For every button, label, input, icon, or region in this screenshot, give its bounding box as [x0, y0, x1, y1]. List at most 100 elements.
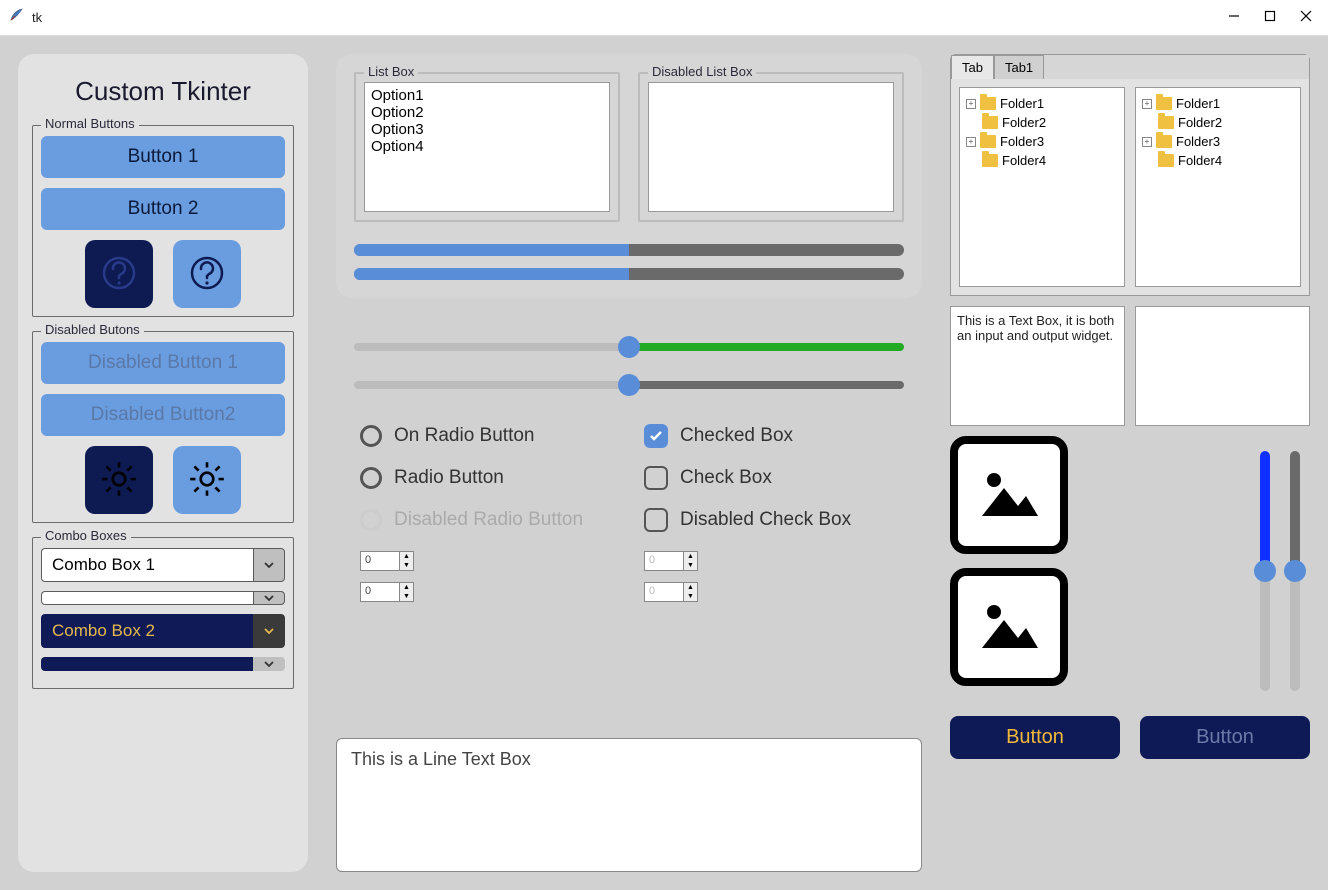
tree-item[interactable]: Folder4	[966, 151, 1118, 170]
close-button[interactable]	[1300, 9, 1312, 27]
folder-icon	[982, 154, 998, 167]
group-legend: Disabled Butons	[41, 322, 144, 337]
combo-boxes-group: Combo Boxes Combo Box 1 Combo Box 2	[32, 537, 294, 689]
tree-item[interactable]: +Folder1	[1142, 94, 1294, 113]
group-legend: Combo Boxes	[41, 528, 131, 543]
bottom-button-1[interactable]: Button	[950, 716, 1120, 759]
combo-box-blank-2[interactable]	[41, 657, 285, 671]
disabled-button-1: Disabled Button 1	[41, 342, 285, 384]
disabled-listbox	[648, 82, 894, 212]
slider-knob[interactable]	[1284, 560, 1306, 582]
button-1[interactable]: Button 1	[41, 136, 285, 178]
tree-item[interactable]: + Folder3	[966, 132, 1118, 151]
tree-right[interactable]: +Folder1Folder2+Folder3 Folder4	[1135, 87, 1301, 287]
image-placeholder-1	[950, 436, 1068, 554]
image-icon	[974, 458, 1044, 533]
combo-field[interactable]	[41, 591, 253, 605]
folder-icon	[982, 116, 998, 129]
help-button-light[interactable]	[173, 240, 241, 308]
folder-icon	[1156, 135, 1172, 148]
app-title: Custom Tkinter	[32, 68, 294, 111]
vertical-slider-gray[interactable]	[1290, 451, 1300, 691]
combo-box-blank-1[interactable]	[41, 591, 285, 605]
tab-control: Tab Tab1 +Folder1Folder2+Folder3Folder4 …	[950, 54, 1310, 296]
tree-item[interactable]: +Folder3	[1142, 132, 1294, 151]
window-controls	[1228, 9, 1320, 27]
tree-item-label: Folder3	[1000, 134, 1044, 149]
combo-field[interactable]: Combo Box 2	[41, 614, 253, 648]
listbox-group: List Box Option1 Option2 Option3 Option4	[354, 72, 620, 222]
chevron-down-icon[interactable]	[253, 657, 285, 671]
chevron-down-icon[interactable]	[253, 614, 285, 648]
progress-bar-2	[354, 268, 904, 280]
folder-icon	[1158, 154, 1174, 167]
slider-knob[interactable]	[1254, 560, 1276, 582]
tree-item[interactable]: Folder2	[966, 113, 1118, 132]
group-legend: List Box	[364, 64, 418, 79]
maximize-button[interactable]	[1264, 9, 1276, 27]
app-icon	[8, 7, 24, 28]
tree-item-label: Folder4	[1002, 153, 1046, 168]
disabled-listbox-group: Disabled List Box	[638, 72, 904, 222]
tree-item-label: Folder2	[1002, 115, 1046, 130]
list-item[interactable]: Option3	[371, 121, 603, 138]
titlebar: tk	[0, 0, 1328, 36]
combo-field[interactable]	[41, 657, 253, 671]
textbox-1[interactable]: This is a Text Box, it is both an input …	[950, 306, 1125, 426]
expand-icon[interactable]: +	[1142, 99, 1152, 109]
checkbox-disabled: Disabled Check Box	[644, 508, 898, 532]
image-icon	[974, 590, 1044, 665]
slider-gray[interactable]	[354, 374, 904, 394]
tree-item[interactable]: + Folder1	[966, 94, 1118, 113]
gear-button-light	[173, 446, 241, 514]
spinbox-disabled-2: 0▲▼	[644, 582, 698, 602]
minimize-button[interactable]	[1228, 9, 1240, 27]
combo-field[interactable]: Combo Box 1	[41, 548, 253, 582]
tab-2[interactable]: Tab1	[994, 55, 1044, 79]
chevron-down-icon[interactable]	[253, 591, 285, 605]
tree-item-label: Folder4	[1178, 153, 1222, 168]
normal-buttons-group: Normal Buttons Button 1 Button 2	[32, 125, 294, 317]
tree-item[interactable]: Folder2	[1142, 113, 1294, 132]
expand-icon[interactable]: +	[966, 99, 976, 109]
image-placeholder-2	[950, 568, 1068, 686]
slider-knob[interactable]	[618, 336, 640, 358]
folder-icon	[980, 135, 996, 148]
spinbox-1[interactable]: 0▲▼	[360, 551, 414, 571]
progress-bar-1	[354, 244, 904, 256]
checkbox-checked[interactable]: Checked Box	[644, 424, 898, 448]
button-2[interactable]: Button 2	[41, 188, 285, 230]
tree-item-label: Folder1	[1000, 96, 1044, 111]
expand-icon[interactable]: +	[1142, 137, 1152, 147]
combo-box-2[interactable]: Combo Box 2	[41, 614, 285, 648]
disabled-buttons-group: Disabled Butons Disabled Button 1 Disabl…	[32, 331, 294, 523]
slider-green[interactable]	[354, 336, 904, 356]
gear-icon	[186, 458, 228, 503]
expand-icon[interactable]: +	[966, 137, 976, 147]
radio-on[interactable]: On Radio Button	[360, 424, 614, 448]
listbox[interactable]: Option1 Option2 Option3 Option4	[364, 82, 610, 212]
tree-item[interactable]: Folder4	[1142, 151, 1294, 170]
folder-icon	[1156, 97, 1172, 110]
line-text-box[interactable]: This is a Line Text Box	[336, 738, 922, 872]
chevron-down-icon[interactable]	[253, 548, 285, 582]
gear-button-dark	[85, 446, 153, 514]
radio-off[interactable]: Radio Button	[360, 466, 614, 490]
textbox-2[interactable]	[1135, 306, 1310, 426]
combo-box-1[interactable]: Combo Box 1	[41, 548, 285, 582]
group-legend: Normal Buttons	[41, 116, 139, 131]
spinbox-2[interactable]: 0▲▼	[360, 582, 414, 602]
slider-knob[interactable]	[618, 374, 640, 396]
list-item[interactable]: Option1	[371, 87, 603, 104]
list-item[interactable]: Option4	[371, 138, 603, 155]
vertical-slider-blue[interactable]	[1260, 451, 1270, 691]
list-item[interactable]: Option2	[371, 104, 603, 121]
tab-1[interactable]: Tab	[951, 55, 994, 79]
help-button-dark[interactable]	[85, 240, 153, 308]
gear-icon	[98, 458, 140, 503]
tree-left[interactable]: + Folder1 Folder2 + Folder3 Folder4	[959, 87, 1125, 287]
window-title: tk	[32, 10, 1228, 25]
checkbox-unchecked[interactable]: Check Box	[644, 466, 898, 490]
folder-icon	[980, 97, 996, 110]
group-legend: Disabled List Box	[648, 64, 756, 79]
